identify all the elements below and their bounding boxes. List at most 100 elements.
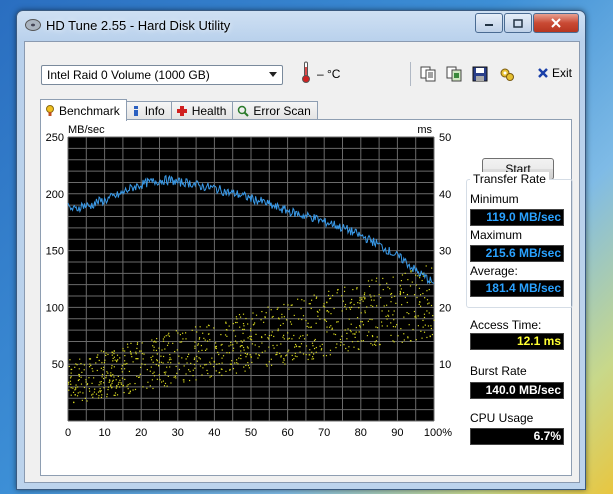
thermometer-icon: [302, 61, 310, 83]
access-point: [328, 311, 330, 313]
drive-select[interactable]: Intel Raid 0 Volume (1000 GB): [41, 65, 283, 85]
access-point: [328, 290, 330, 292]
minimize-button[interactable]: [475, 13, 503, 33]
access-point: [225, 370, 227, 372]
tab-error-scan[interactable]: Error Scan: [232, 101, 318, 120]
access-point: [127, 384, 129, 386]
access-point: [423, 316, 426, 319]
access-point: [331, 327, 333, 329]
access-point: [187, 356, 189, 358]
access-point: [360, 340, 362, 342]
access-point: [271, 316, 273, 318]
access-point: [106, 393, 108, 395]
access-point: [387, 315, 390, 317]
access-point: [121, 377, 124, 379]
access-point: [129, 350, 132, 353]
access-point: [150, 356, 152, 359]
access-point: [167, 342, 170, 344]
access-point: [199, 365, 202, 367]
access-point: [331, 294, 334, 297]
access-point: [366, 306, 368, 308]
tab-health[interactable]: Health: [170, 101, 234, 120]
access-point: [431, 333, 434, 336]
access-point: [308, 326, 310, 328]
tab-benchmark[interactable]: Benchmark: [40, 99, 127, 121]
access-point: [430, 327, 433, 330]
access-point: [370, 296, 372, 298]
access-point: [356, 287, 358, 289]
access-point: [419, 301, 421, 303]
maximum-label: Maximum: [470, 228, 523, 242]
access-point: [68, 365, 70, 368]
access-point: [280, 343, 282, 345]
access-point: [123, 391, 125, 394]
access-point: [80, 376, 82, 378]
access-point: [102, 377, 105, 380]
access-point: [373, 343, 376, 345]
access-point: [181, 357, 183, 359]
access-point: [167, 375, 169, 377]
access-point: [400, 280, 403, 282]
app-icon: [25, 19, 41, 31]
access-point: [179, 334, 181, 336]
access-point: [313, 294, 315, 296]
maximize-button[interactable]: [504, 13, 532, 33]
access-point: [386, 318, 388, 320]
access-point: [136, 342, 139, 344]
access-point: [191, 329, 193, 331]
options-button[interactable]: [497, 64, 517, 84]
access-point: [393, 295, 396, 297]
access-point: [107, 353, 109, 356]
access-point: [105, 354, 107, 357]
access-point: [366, 334, 369, 337]
access-point: [397, 335, 399, 337]
access-point: [276, 351, 278, 354]
access-point: [388, 310, 390, 312]
access-point: [244, 352, 246, 354]
access-point: [424, 324, 426, 326]
access-point: [266, 365, 268, 367]
access-point: [146, 369, 148, 371]
save-button[interactable]: [470, 64, 490, 84]
access-point: [83, 386, 86, 389]
access-point: [226, 335, 228, 337]
access-point: [194, 341, 196, 343]
access-point: [352, 333, 354, 335]
access-point: [386, 325, 388, 327]
access-point: [95, 393, 98, 395]
title-bar[interactable]: HD Tune 2.55 - Hard Disk Utility: [17, 11, 585, 39]
access-point: [408, 324, 410, 326]
benchmark-icon: [46, 104, 54, 116]
access-point: [204, 349, 207, 352]
access-point: [423, 313, 426, 315]
access-point: [112, 374, 114, 376]
tab-info[interactable]: Info: [125, 101, 172, 120]
access-point: [315, 346, 317, 349]
access-point: [359, 299, 361, 301]
access-point: [141, 352, 143, 355]
access-point: [114, 392, 117, 394]
access-point: [381, 310, 383, 312]
exit-button[interactable]: Exit: [537, 66, 572, 80]
access-point: [103, 382, 105, 384]
access-point: [68, 389, 70, 391]
access-point: [420, 330, 422, 332]
access-point: [390, 293, 392, 295]
copy-text-button[interactable]: [418, 64, 438, 84]
access-point: [77, 392, 79, 394]
access-point: [241, 345, 243, 347]
access-point: [192, 369, 194, 371]
access-point: [290, 304, 292, 306]
access-point: [100, 390, 102, 392]
close-button[interactable]: [533, 13, 579, 33]
access-point: [426, 310, 428, 312]
access-point: [261, 351, 263, 353]
access-point: [197, 344, 199, 346]
access-point: [118, 386, 121, 388]
access-point: [428, 288, 430, 291]
access-point: [188, 379, 191, 382]
access-point: [163, 385, 166, 387]
copy-screenshot-button[interactable]: [444, 64, 464, 84]
access-point: [183, 379, 185, 381]
toolbar-separator: [410, 62, 411, 86]
